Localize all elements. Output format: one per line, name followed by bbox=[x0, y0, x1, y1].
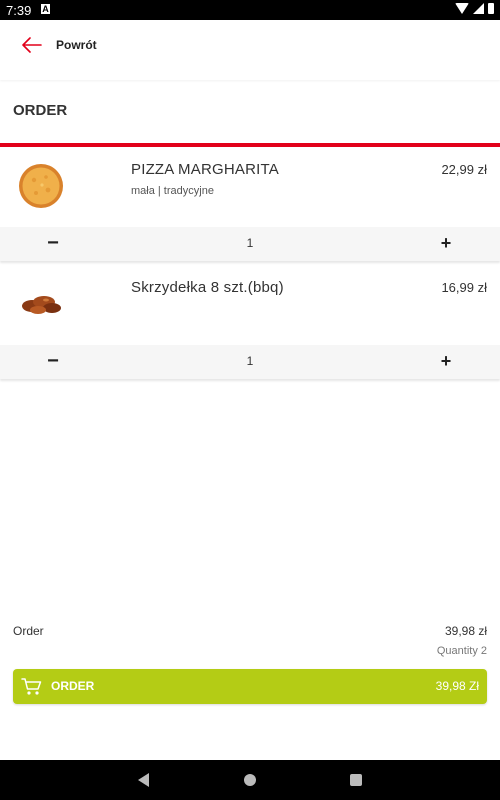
summary-total: 39,98 zł bbox=[444, 624, 487, 638]
summary-quantity: Quantity 2 bbox=[436, 645, 487, 657]
quantity-value: 1 bbox=[246, 236, 254, 250]
quantity-value: 1 bbox=[246, 354, 254, 368]
item-name: PIZZA MARGHARITA bbox=[131, 161, 279, 178]
summary-label: Order bbox=[13, 624, 44, 638]
pizza-image bbox=[18, 163, 64, 214]
nav-home-icon[interactable] bbox=[244, 774, 256, 786]
item-price: 22,99 zł bbox=[441, 162, 487, 177]
chicken-wings-image bbox=[18, 290, 64, 325]
top-bar: Powrót bbox=[0, 20, 500, 80]
nav-recent-apps-icon[interactable] bbox=[350, 774, 362, 786]
quantity-stepper: − 1 + bbox=[0, 227, 500, 261]
signal-icon bbox=[473, 3, 484, 14]
increase-quantity-button[interactable]: + bbox=[437, 233, 455, 253]
cart-item: PIZZA MARGHARITA mała | tradycyjne 22,99… bbox=[0, 147, 500, 264]
item-price: 16,99 zł bbox=[441, 280, 487, 295]
page-title: ORDER bbox=[13, 102, 68, 119]
nav-back-icon[interactable] bbox=[138, 773, 149, 787]
system-navigation-bar bbox=[0, 760, 500, 800]
arrow-left-icon bbox=[22, 37, 42, 53]
back-label: Powrót bbox=[56, 38, 97, 52]
status-time: 7:39 bbox=[6, 3, 32, 18]
cart-item: Skrzydełka 8 szt.(bbq) 16,99 zł − 1 + bbox=[0, 265, 500, 382]
status-bar: 7:39 A bbox=[0, 0, 500, 20]
order-button-amount: 39,98 Zł bbox=[435, 679, 479, 693]
quantity-stepper: − 1 + bbox=[0, 345, 500, 379]
item-name: Skrzydełka 8 szt.(bbq) bbox=[131, 279, 284, 296]
increase-quantity-button[interactable]: + bbox=[437, 351, 455, 371]
item-variant: mała | tradycyjne bbox=[131, 185, 214, 197]
back-button[interactable]: Powrót bbox=[22, 37, 97, 53]
decrease-quantity-button[interactable]: − bbox=[44, 351, 62, 371]
order-button[interactable]: ORDER 39,98 Zł bbox=[13, 669, 487, 704]
battery-icon bbox=[488, 3, 494, 14]
order-button-label: ORDER bbox=[51, 679, 95, 693]
notification-icon: A bbox=[41, 4, 50, 14]
cart-icon bbox=[21, 678, 42, 695]
wifi-icon bbox=[455, 3, 469, 14]
status-icons bbox=[455, 3, 494, 14]
decrease-quantity-button[interactable]: − bbox=[44, 233, 62, 253]
